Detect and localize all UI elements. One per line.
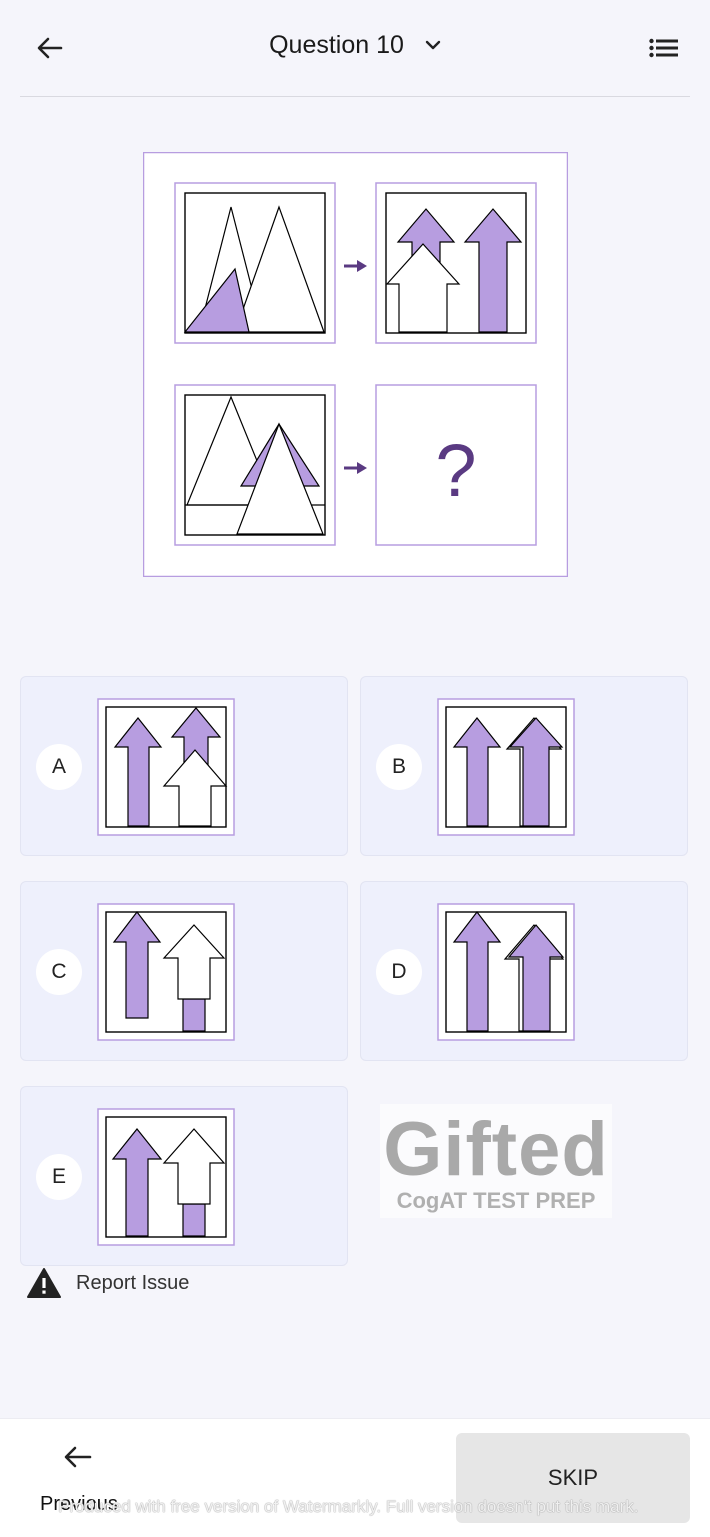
logo-subtitle: CogAT TEST PREP bbox=[396, 1188, 596, 1213]
answer-placeholder-cell: ? bbox=[375, 384, 537, 546]
example-result-cell bbox=[375, 182, 537, 344]
report-issue-link[interactable]: Report Issue bbox=[26, 1266, 189, 1300]
option-a-figure bbox=[97, 698, 235, 836]
gifted-logo-watermark: Gifted CogAT TEST PREP bbox=[380, 1104, 612, 1218]
option-letter: A bbox=[36, 744, 82, 790]
option-b[interactable]: B bbox=[360, 676, 688, 856]
question-figure: ? bbox=[143, 152, 568, 577]
list-icon bbox=[649, 38, 678, 58]
example-source-cell bbox=[174, 182, 336, 344]
question-source-cell bbox=[174, 384, 336, 546]
option-e-figure bbox=[97, 1108, 235, 1246]
top-bar: Question 10 bbox=[0, 0, 710, 96]
question-list-button[interactable] bbox=[644, 28, 684, 68]
option-c[interactable]: C bbox=[20, 881, 348, 1061]
page-title: Question 10 bbox=[269, 30, 404, 59]
question-selector[interactable]: Question 10 bbox=[0, 30, 710, 60]
bottom-bar: Previous SKIP Produced with free version… bbox=[0, 1418, 710, 1537]
question-mark: ? bbox=[435, 429, 476, 512]
report-issue-label: Report Issue bbox=[76, 1271, 190, 1294]
option-letter: C bbox=[36, 949, 82, 995]
watermark-text: Produced with free version of Watermarkl… bbox=[58, 1497, 639, 1516]
chevron-down-icon bbox=[425, 41, 441, 50]
option-e[interactable]: E bbox=[20, 1086, 348, 1266]
warning-icon bbox=[27, 1268, 61, 1298]
option-letter: D bbox=[376, 949, 422, 995]
option-b-figure bbox=[437, 698, 575, 836]
option-c-figure bbox=[97, 903, 235, 1041]
previous-arrow-icon[interactable] bbox=[64, 1445, 92, 1469]
header-divider bbox=[20, 96, 690, 97]
option-letter: E bbox=[36, 1154, 82, 1200]
option-d-figure bbox=[437, 903, 575, 1041]
option-d[interactable]: D bbox=[360, 881, 688, 1061]
option-a[interactable]: A bbox=[20, 676, 348, 856]
logo-title: Gifted bbox=[383, 1107, 609, 1192]
option-letter: B bbox=[376, 744, 422, 790]
